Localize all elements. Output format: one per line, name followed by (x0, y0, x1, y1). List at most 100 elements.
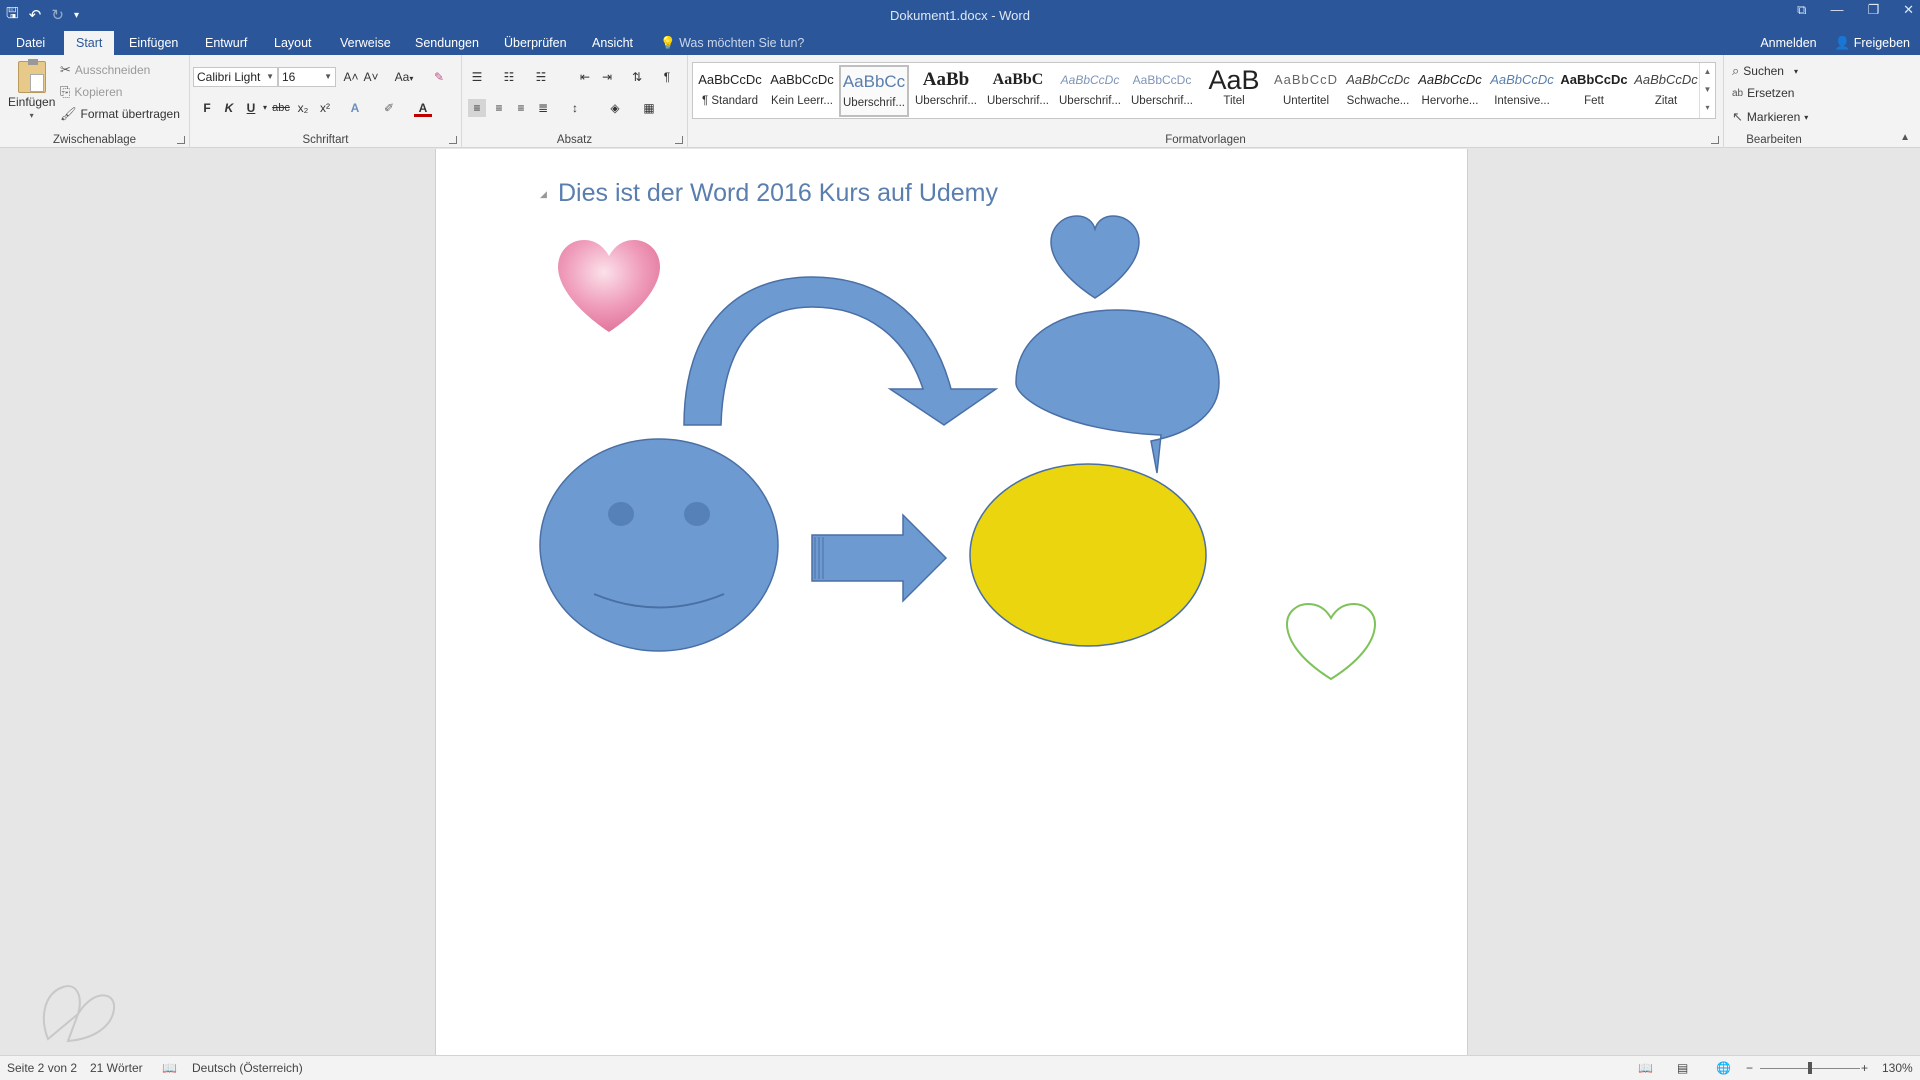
paste-button[interactable]: Einfügen ▾ (8, 59, 55, 120)
right-eye (684, 502, 710, 526)
subscript-button[interactable]: x₂ (294, 99, 312, 117)
find-button[interactable]: ⌕ Suchen ▾ (1732, 63, 1798, 79)
minimize-icon[interactable]: — (1830, 2, 1843, 18)
select-button[interactable]: ↖ Markieren ▾ (1732, 109, 1808, 125)
multilevel-list-icon[interactable]: ☵ (532, 68, 550, 86)
zoom-slider-thumb[interactable] (1808, 1062, 1812, 1074)
share-button[interactable]: 👤 Freigeben (1835, 31, 1910, 55)
tab-entwurf[interactable]: Entwurf (193, 31, 259, 55)
pilcrow-icon[interactable]: ¶ (658, 68, 676, 86)
close-icon[interactable]: ✕ (1903, 2, 1914, 18)
signin-button[interactable]: Anmelden (1760, 31, 1816, 55)
dialog-launcher-icon[interactable] (177, 136, 185, 144)
style-item[interactable]: AaBb Überschrif... (911, 65, 981, 117)
right-arrow-shape[interactable] (811, 513, 948, 603)
copy-label: Kopieren (74, 85, 123, 99)
align-center-icon[interactable]: ≡ (490, 99, 508, 117)
grow-font-button[interactable]: A˄ (342, 68, 360, 86)
strikethrough-button[interactable]: abc (270, 99, 292, 117)
butterfly-logo-icon (42, 985, 116, 1043)
yellow-oval-shape[interactable] (969, 463, 1207, 647)
tab-einfuegen[interactable]: Einfügen (117, 31, 190, 55)
style-item[interactable]: AaBbCcDc Schwache... (1343, 65, 1413, 117)
tab-verweise[interactable]: Verweise (328, 31, 403, 55)
highlight-icon[interactable]: ✐ (380, 99, 398, 117)
cut-button[interactable]: ✂ Ausschneiden (60, 62, 150, 78)
gallery-expand-icon[interactable]: ▾ (1700, 99, 1715, 117)
style-item[interactable]: AaBbCcDc ¶ Standard (695, 65, 765, 117)
decrease-indent-icon[interactable]: ⇤ (576, 68, 594, 86)
style-item[interactable]: AaBbCcDc Intensive... (1487, 65, 1557, 117)
italic-button[interactable]: K (220, 99, 238, 117)
style-item[interactable]: AaBbCcDc Zitat (1631, 65, 1701, 117)
sort-icon[interactable]: ⇅ (628, 68, 646, 86)
blue-heart-shape[interactable] (1050, 215, 1140, 299)
tab-start[interactable]: Start (64, 31, 115, 55)
style-item-selected[interactable]: AaBbCc Überschrif... (839, 65, 909, 117)
zoom-out-icon[interactable]: − (1746, 1061, 1753, 1075)
speech-bubble-shape[interactable] (1015, 309, 1220, 474)
read-mode-icon[interactable]: 📖 (1638, 1061, 1653, 1075)
tab-ansicht[interactable]: Ansicht (580, 31, 645, 55)
tab-sendungen[interactable]: Sendungen (403, 31, 491, 55)
text-effects-icon[interactable]: A (346, 99, 364, 117)
style-name: Fett (1584, 95, 1604, 107)
numbering-icon[interactable]: ☷ (500, 68, 518, 86)
line-spacing-icon[interactable]: ↕ (566, 99, 584, 117)
change-case-button[interactable]: Aa▾ (390, 68, 418, 86)
web-layout-icon[interactable]: 🌐 (1716, 1061, 1731, 1075)
word-count[interactable]: 21 Wörter (90, 1061, 143, 1075)
font-color-icon[interactable]: A (414, 99, 432, 117)
replace-button[interactable]: ab Ersetzen (1732, 86, 1794, 100)
bold-button[interactable]: F (198, 99, 216, 117)
document-page[interactable]: ◢ Dies ist der Word 2016 Kurs auf Udemy (435, 149, 1468, 1055)
chevron-up-icon[interactable]: ▲ (1700, 63, 1715, 81)
tell-me-box[interactable]: 💡 Was möchten Sie tun? (660, 31, 804, 55)
chevron-down-icon[interactable]: ▼ (1700, 81, 1715, 99)
format-painter-button[interactable]: 🖌 Format übertragen (60, 106, 180, 122)
style-item[interactable]: AaBbCcDc Hervorhe... (1415, 65, 1485, 117)
tab-ueberpruefen[interactable]: Überprüfen (492, 31, 579, 55)
dialog-launcher-icon[interactable] (675, 136, 683, 144)
dialog-launcher-icon[interactable] (449, 136, 457, 144)
increase-indent-icon[interactable]: ⇥ (598, 68, 616, 86)
page-counter[interactable]: Seite 2 von 2 (7, 1061, 77, 1075)
justify-icon[interactable]: ≣ (534, 99, 552, 117)
clear-formatting-icon[interactable]: ✎ (430, 68, 448, 86)
style-item[interactable]: AaB Titel (1199, 65, 1269, 117)
group-label-paragraph: Absatz (556, 134, 593, 146)
style-item[interactable]: AaBbCcDc Überschrif... (1055, 65, 1125, 117)
style-item[interactable]: AaBbCcDc Überschrif... (1127, 65, 1197, 117)
zoom-in-icon[interactable]: + (1861, 1061, 1868, 1075)
outline-heart-shape[interactable] (1285, 602, 1377, 681)
font-size-combo[interactable]: 16 ▼ (278, 67, 336, 87)
pink-heart-shape[interactable] (558, 240, 660, 332)
language-indicator[interactable]: Deutsch (Österreich) (192, 1061, 303, 1075)
copy-button[interactable]: ⎘ Kopieren (60, 84, 122, 100)
shrink-font-button[interactable]: A˅ (362, 68, 380, 86)
align-left-icon[interactable]: ≡ (468, 99, 486, 117)
superscript-button[interactable]: x² (316, 99, 334, 117)
style-item[interactable]: AaBbCcD Untertitel (1271, 65, 1341, 117)
style-item[interactable]: AaBbC Überschrif... (983, 65, 1053, 117)
dialog-launcher-icon[interactable] (1711, 136, 1719, 144)
font-name-combo[interactable]: Calibri Light ▼ (193, 67, 278, 87)
align-right-icon[interactable]: ≡ (512, 99, 530, 117)
style-name: Schwache... (1346, 95, 1410, 107)
print-layout-icon[interactable]: ▤ (1677, 1061, 1688, 1075)
restore-ribbon-icon[interactable]: ⧉ (1797, 2, 1806, 18)
maximize-icon[interactable]: ❐ (1867, 2, 1879, 18)
style-item[interactable]: AaBbCcDc Fett (1559, 65, 1629, 117)
bullets-icon[interactable]: ☰ (468, 68, 486, 86)
borders-icon[interactable]: ▦ (640, 99, 658, 117)
tab-datei[interactable]: Datei (4, 31, 57, 55)
curved-arrow-shape[interactable] (683, 276, 999, 426)
tab-layout[interactable]: Layout (262, 31, 324, 55)
search-icon: ⌕ (1732, 63, 1740, 78)
collapse-ribbon-icon[interactable]: ▲ (1900, 132, 1910, 143)
style-item[interactable]: AaBbCcDc Kein Leerr... (767, 65, 837, 117)
smiley-face-shape[interactable] (539, 438, 779, 652)
proofing-icon[interactable]: 📖 (162, 1061, 177, 1075)
zoom-level[interactable]: 130% (1882, 1061, 1913, 1075)
shading-icon[interactable]: ◈ (606, 99, 624, 117)
